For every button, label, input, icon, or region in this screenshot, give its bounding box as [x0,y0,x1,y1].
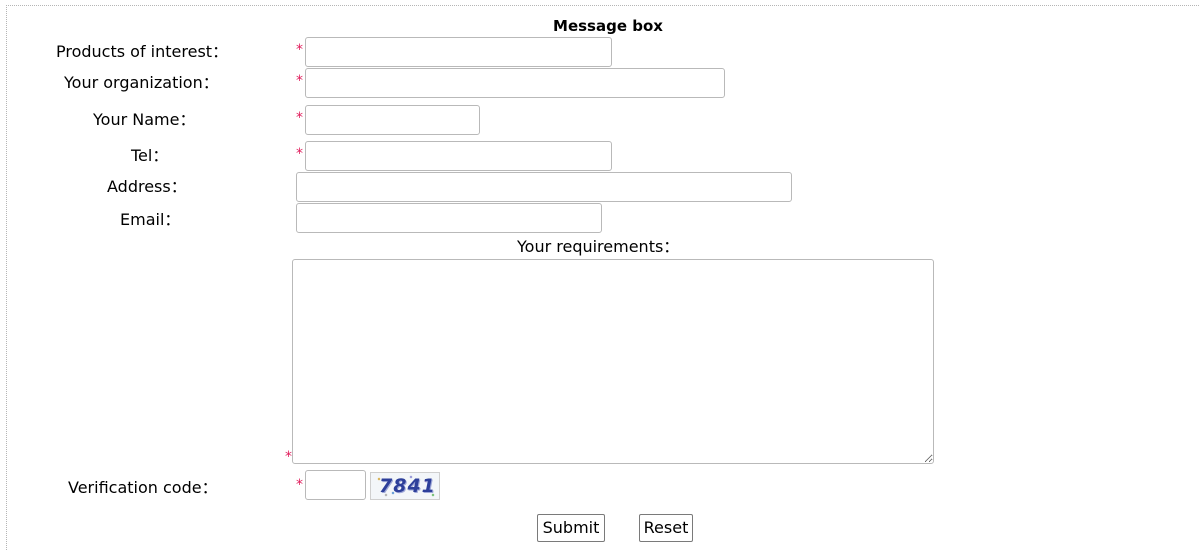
verification-input[interactable] [305,470,366,500]
captcha-image[interactable]: 7841 [370,472,440,500]
verification-required-mark: * [296,477,303,493]
products-label: Products of interest： [56,42,229,61]
requirements-required-mark: * [285,449,292,465]
address-label: Address： [107,177,187,196]
verification-label: Verification code： [68,478,218,497]
organization-input[interactable] [305,68,725,98]
form-title: Message box [553,17,663,35]
tel-required-mark: * [296,146,303,162]
products-input[interactable] [305,37,612,67]
email-input[interactable] [296,203,602,233]
address-input[interactable] [296,172,792,202]
email-label: Email： [120,210,181,229]
tel-label: Tel： [131,146,169,165]
requirements-textarea[interactable] [292,259,934,464]
requirements-label: Your requirements： [517,237,680,256]
products-required-mark: * [296,42,303,58]
reset-button[interactable]: Reset [639,514,693,542]
organization-required-mark: * [296,73,303,89]
submit-button[interactable]: Submit [537,514,605,542]
name-label: Your Name： [93,110,196,129]
name-required-mark: * [296,110,303,126]
tel-input[interactable] [305,141,612,171]
name-input[interactable] [305,105,480,135]
organization-label: Your organization： [64,73,219,92]
captcha-text: 7841 [379,475,436,497]
